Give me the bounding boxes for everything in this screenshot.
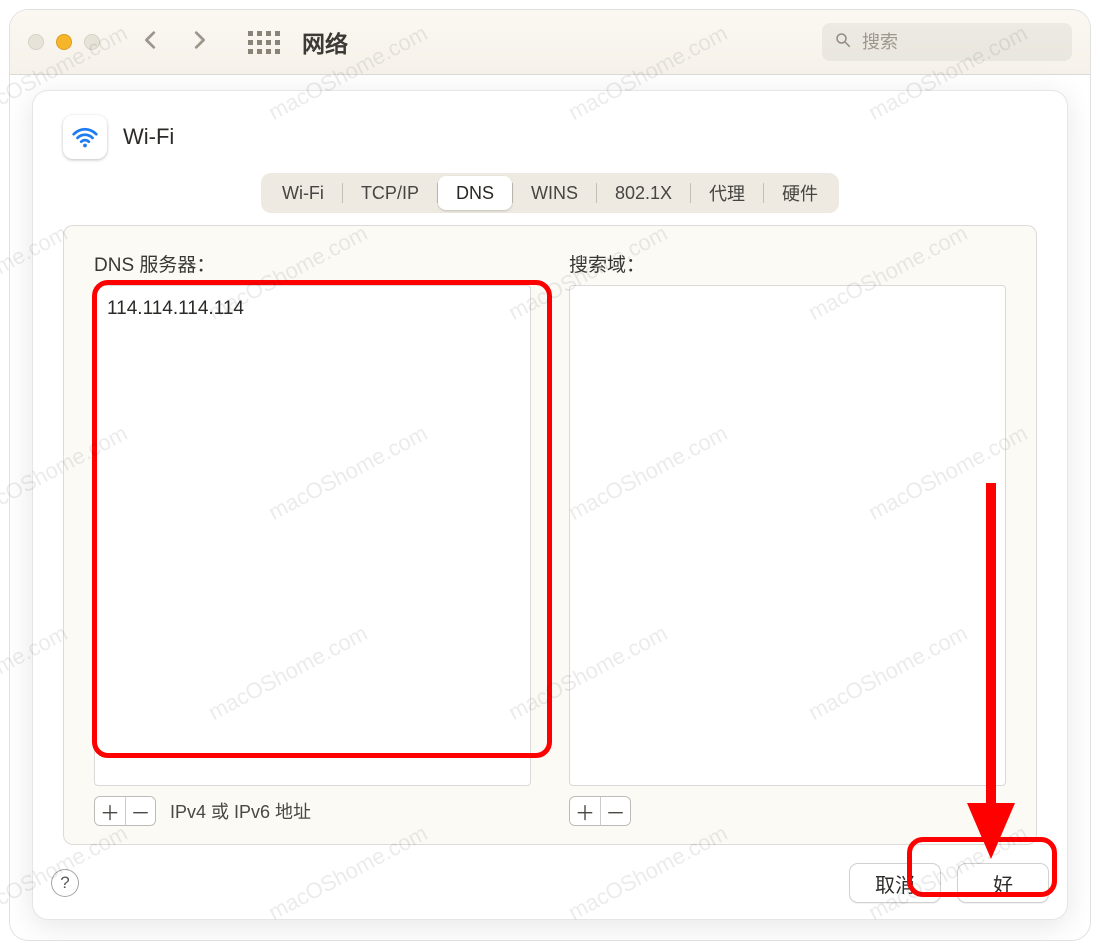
window-title: 网络 — [302, 25, 348, 59]
tab-tcpip[interactable]: TCP/IP — [343, 176, 437, 210]
nav-arrows — [140, 29, 210, 56]
dns-add-button[interactable]: ＋ — [95, 797, 125, 825]
wifi-icon — [63, 115, 107, 159]
footer-row: ? 取消 好 — [33, 863, 1067, 903]
ok-button[interactable]: 好 — [957, 863, 1049, 903]
settings-sheet: Wi-Fi Wi-Fi TCP/IP DNS WINS 802.1X 代理 硬件 — [32, 90, 1068, 920]
dns-servers-list[interactable]: 114.114.114.114 — [94, 285, 531, 786]
minimize-window-button[interactable] — [56, 34, 72, 50]
help-button[interactable]: ? — [51, 869, 79, 897]
close-window-button[interactable] — [28, 34, 44, 50]
dns-servers-column: DNS 服务器： 114.114.114.114 ＋ － IPv4 或 IPv6… — [94, 250, 531, 826]
cancel-button[interactable]: 取消 — [849, 863, 941, 903]
dns-panel: DNS 服务器： 114.114.114.114 ＋ － IPv4 或 IPv6… — [63, 225, 1037, 845]
preferences-window: 网络 Wi-Fi Wi-Fi — [10, 10, 1090, 940]
search-domains-list[interactable] — [569, 285, 1006, 786]
search-domains-column: 搜索域： ＋ － — [569, 250, 1006, 826]
dns-remove-button[interactable]: － — [125, 797, 155, 825]
tab-dns[interactable]: DNS — [438, 176, 512, 210]
window-controls — [28, 34, 100, 50]
domains-add-remove-group: ＋ － — [569, 796, 631, 826]
domains-remove-button[interactable]: － — [600, 797, 630, 825]
domains-add-button[interactable]: ＋ — [570, 797, 600, 825]
zoom-window-button[interactable] — [84, 34, 100, 50]
show-all-icon[interactable] — [248, 31, 280, 54]
dns-servers-label: DNS 服务器： — [94, 250, 531, 277]
tab-wifi[interactable]: Wi-Fi — [264, 176, 342, 210]
search-icon — [834, 31, 852, 54]
service-name: Wi-Fi — [123, 124, 174, 150]
search-input[interactable] — [860, 31, 1060, 54]
forward-icon[interactable] — [188, 29, 210, 56]
search-field[interactable] — [822, 23, 1072, 61]
tab-hardware[interactable]: 硬件 — [764, 176, 836, 210]
tab-bar: Wi-Fi TCP/IP DNS WINS 802.1X 代理 硬件 — [261, 173, 839, 213]
tab-proxy[interactable]: 代理 — [691, 176, 763, 210]
tab-wins[interactable]: WINS — [513, 176, 596, 210]
service-header: Wi-Fi — [63, 115, 1037, 159]
tab-8021x[interactable]: 802.1X — [597, 176, 690, 210]
titlebar: 网络 — [10, 10, 1090, 75]
dns-server-entry[interactable]: 114.114.114.114 — [107, 296, 518, 322]
dns-hint: IPv4 或 IPv6 地址 — [170, 798, 311, 824]
search-domains-label: 搜索域： — [569, 250, 1006, 277]
back-icon[interactable] — [140, 29, 162, 56]
dns-add-remove-group: ＋ － — [94, 796, 156, 826]
